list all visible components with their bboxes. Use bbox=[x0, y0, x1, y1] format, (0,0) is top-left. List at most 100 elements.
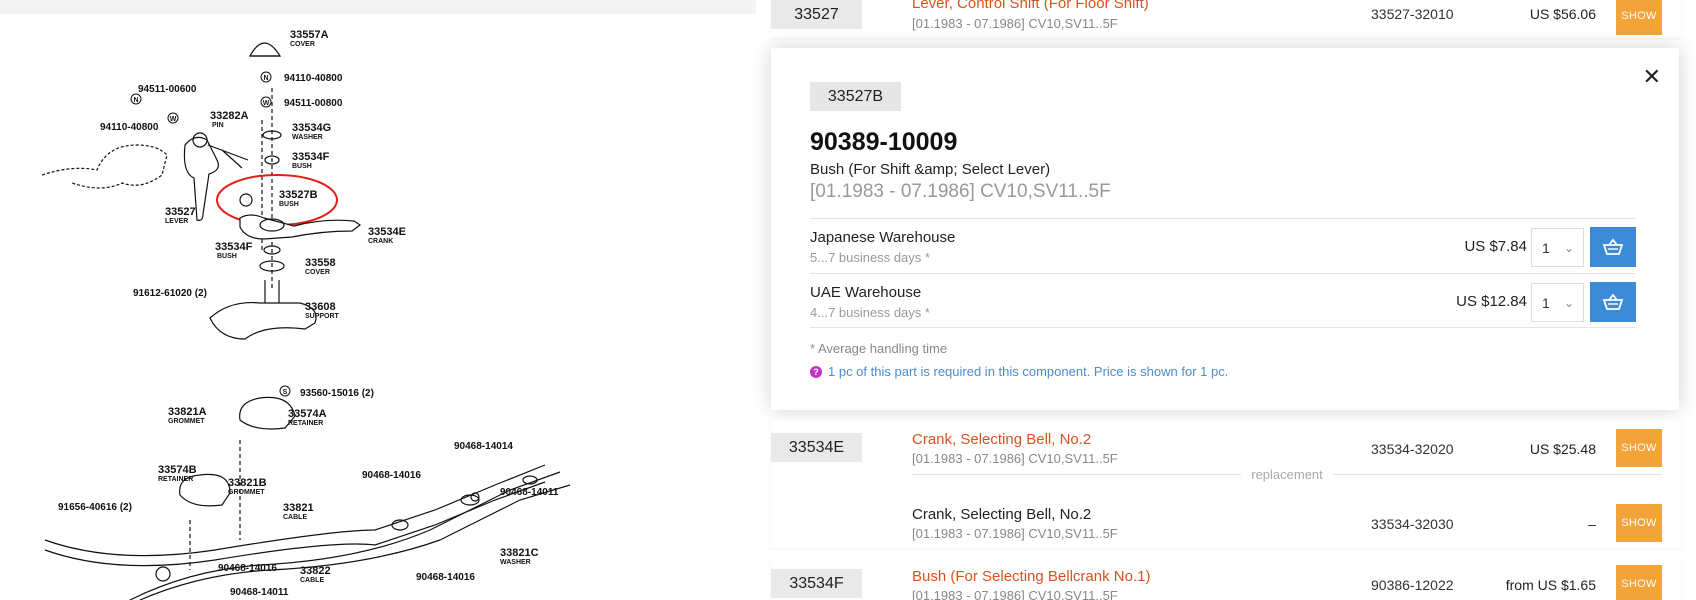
svg-text:94511-00800: 94511-00800 bbox=[284, 98, 343, 109]
part-row-33527[interactable]: 33527 Lever, Control Shift (For Floor Sh… bbox=[771, 0, 1681, 38]
alt-part-name: Crank, Selecting Bell, No.2 bbox=[912, 506, 1092, 523]
svg-text:90468-14016: 90468-14016 bbox=[218, 563, 277, 574]
part-name-link[interactable]: Crank, Selecting Bell, No.2 bbox=[912, 431, 1091, 448]
show-button[interactable]: SHOW bbox=[1616, 565, 1662, 600]
part-code-badge: 33534E bbox=[771, 433, 862, 462]
highlight-circle bbox=[216, 174, 338, 226]
warehouse-row-uae: UAE Warehouse 4...7 business days * US $… bbox=[810, 273, 1636, 328]
handling-time-note: * Average handling time bbox=[810, 341, 948, 356]
part-code-badge: 33527 bbox=[771, 0, 862, 29]
parts-diagram[interactable]: 33557A COVER 94110-40800 94511-00600 9451… bbox=[0, 0, 756, 600]
svg-text:WASHER: WASHER bbox=[292, 134, 323, 141]
alt-part-range: [01.1983 - 07.1986] CV10,SV11..5F bbox=[912, 526, 1118, 541]
svg-text:S: S bbox=[283, 389, 288, 396]
warehouse-price: US $12.84 bbox=[1456, 293, 1527, 310]
warehouse-row-japan: Japanese Warehouse 5...7 business days *… bbox=[810, 218, 1636, 273]
svg-text:33574B: 33574B bbox=[158, 464, 197, 476]
quantity-value: 1 bbox=[1542, 294, 1550, 311]
svg-text:BUSH: BUSH bbox=[292, 163, 312, 170]
detail-code-badge: 33527B bbox=[810, 82, 901, 111]
part-code-badge: 33534F bbox=[771, 569, 862, 598]
svg-text:90468-14014: 90468-14014 bbox=[454, 441, 513, 452]
svg-text:CABLE: CABLE bbox=[283, 514, 307, 521]
part-range: [01.1983 - 07.1986] CV10,SV11..5F bbox=[912, 588, 1118, 600]
warehouse-name: Japanese Warehouse bbox=[810, 229, 956, 246]
svg-text:GROMMET: GROMMET bbox=[168, 418, 205, 425]
svg-text:33534F: 33534F bbox=[292, 151, 330, 163]
detail-range: [01.1983 - 07.1986] CV10,SV11..5F bbox=[810, 181, 1111, 202]
svg-text:91656-40616 (2): 91656-40616 (2) bbox=[58, 502, 132, 513]
svg-text:33821C: 33821C bbox=[500, 547, 539, 559]
svg-text:90468-14016: 90468-14016 bbox=[362, 470, 421, 481]
warehouse-days: 5...7 business days * bbox=[810, 250, 930, 265]
part-name-link[interactable]: Bush (For Selecting Bellcrank No.1) bbox=[912, 568, 1150, 585]
svg-text:33527B: 33527B bbox=[279, 189, 318, 201]
quantity-value: 1 bbox=[1542, 239, 1550, 256]
diagram-drawing: 33557A COVER 94110-40800 94511-00600 9451… bbox=[41, 29, 571, 600]
chevron-down-icon: ⌄ bbox=[1563, 296, 1574, 310]
svg-text:33574A: 33574A bbox=[288, 408, 327, 420]
svg-text:33527: 33527 bbox=[165, 206, 196, 218]
replacement-divider: replacement bbox=[912, 467, 1663, 482]
part-row-33534F[interactable]: 33534F Bush (For Selecting Bellcrank No.… bbox=[771, 556, 1681, 600]
svg-text:CRANK: CRANK bbox=[368, 238, 393, 245]
close-icon[interactable]: ✕ bbox=[1643, 66, 1661, 88]
svg-text:33821: 33821 bbox=[283, 502, 314, 514]
replacement-label: replacement bbox=[1251, 467, 1323, 482]
svg-text:33282A: 33282A bbox=[210, 110, 249, 122]
part-price: from US $1.65 bbox=[1505, 577, 1596, 593]
svg-text:33534G: 33534G bbox=[292, 122, 331, 134]
svg-text:PIN: PIN bbox=[212, 122, 224, 129]
show-button[interactable]: SHOW bbox=[1616, 429, 1662, 467]
svg-text:LEVER: LEVER bbox=[165, 218, 188, 225]
svg-text:WASHER: WASHER bbox=[500, 559, 531, 566]
label-33557A: 33557A bbox=[290, 29, 329, 41]
svg-text:SUPPORT: SUPPORT bbox=[305, 313, 340, 320]
svg-text:N: N bbox=[133, 97, 138, 104]
part-price: US $25.48 bbox=[1529, 441, 1596, 457]
cart-basket-icon[interactable] bbox=[1590, 282, 1636, 322]
svg-text:BUSH: BUSH bbox=[279, 201, 299, 208]
part-detail-popup: 33527B ✕ 90389-10009 Bush (For Shift &am… bbox=[771, 48, 1679, 410]
svg-text:CABLE: CABLE bbox=[300, 577, 324, 584]
question-icon: ? bbox=[810, 365, 822, 378]
svg-text:COVER: COVER bbox=[305, 269, 330, 276]
svg-text:93560-15016 (2): 93560-15016 (2) bbox=[300, 388, 374, 399]
quantity-select[interactable]: 1 ⌄ bbox=[1531, 228, 1584, 267]
svg-text:RETAINER: RETAINER bbox=[288, 420, 323, 427]
show-button[interactable]: SHOW bbox=[1616, 0, 1662, 35]
quantity-info-text: 1 pc of this part is required in this co… bbox=[828, 364, 1229, 379]
svg-text:94110-40800: 94110-40800 bbox=[284, 73, 343, 84]
svg-text:90468-14016: 90468-14016 bbox=[416, 572, 475, 583]
svg-text:94511-00600: 94511-00600 bbox=[138, 84, 197, 95]
svg-text:W: W bbox=[263, 100, 270, 107]
alt-show-button[interactable]: SHOW bbox=[1616, 504, 1662, 542]
svg-text:33821B: 33821B bbox=[228, 477, 267, 489]
chevron-down-icon: ⌄ bbox=[1563, 241, 1574, 255]
detail-description: Bush (For Shift &amp; Select Lever) bbox=[810, 161, 1051, 178]
warehouse-price: US $7.84 bbox=[1464, 238, 1527, 255]
svg-text:94110-40800: 94110-40800 bbox=[100, 122, 159, 133]
svg-text:33822: 33822 bbox=[300, 565, 331, 577]
svg-text:90468-14011: 90468-14011 bbox=[230, 587, 289, 598]
warehouse-days: 4...7 business days * bbox=[810, 305, 930, 320]
part-name-link[interactable]: Lever, Control Shift (For Floor Shift) bbox=[912, 0, 1149, 12]
parts-list: 33527 Lever, Control Shift (For Floor Sh… bbox=[756, 0, 1696, 600]
svg-text:N: N bbox=[263, 75, 268, 82]
detail-part-number: 90389-10009 bbox=[810, 128, 958, 156]
svg-text:RETAINER: RETAINER bbox=[158, 476, 193, 483]
svg-text:BUSH: BUSH bbox=[217, 253, 237, 260]
svg-text:33534F: 33534F bbox=[215, 241, 253, 253]
alt-part-price: – bbox=[1588, 516, 1596, 532]
part-price: US $56.06 bbox=[1529, 6, 1596, 22]
svg-text:90468-14011: 90468-14011 bbox=[500, 487, 559, 498]
quantity-select[interactable]: 1 ⌄ bbox=[1531, 283, 1584, 322]
svg-text:GROMMET: GROMMET bbox=[228, 489, 265, 496]
part-range: [01.1983 - 07.1986] CV10,SV11..5F bbox=[912, 16, 1118, 31]
part-row-33534E[interactable]: 33534E Crank, Selecting Bell, No.2 [01.1… bbox=[771, 420, 1681, 548]
svg-text:33558: 33558 bbox=[305, 257, 336, 269]
part-range: [01.1983 - 07.1986] CV10,SV11..5F bbox=[912, 451, 1118, 466]
warehouse-name: UAE Warehouse bbox=[810, 284, 922, 301]
svg-text:91612-61020 (2): 91612-61020 (2) bbox=[133, 288, 207, 299]
cart-basket-icon[interactable] bbox=[1590, 227, 1636, 267]
